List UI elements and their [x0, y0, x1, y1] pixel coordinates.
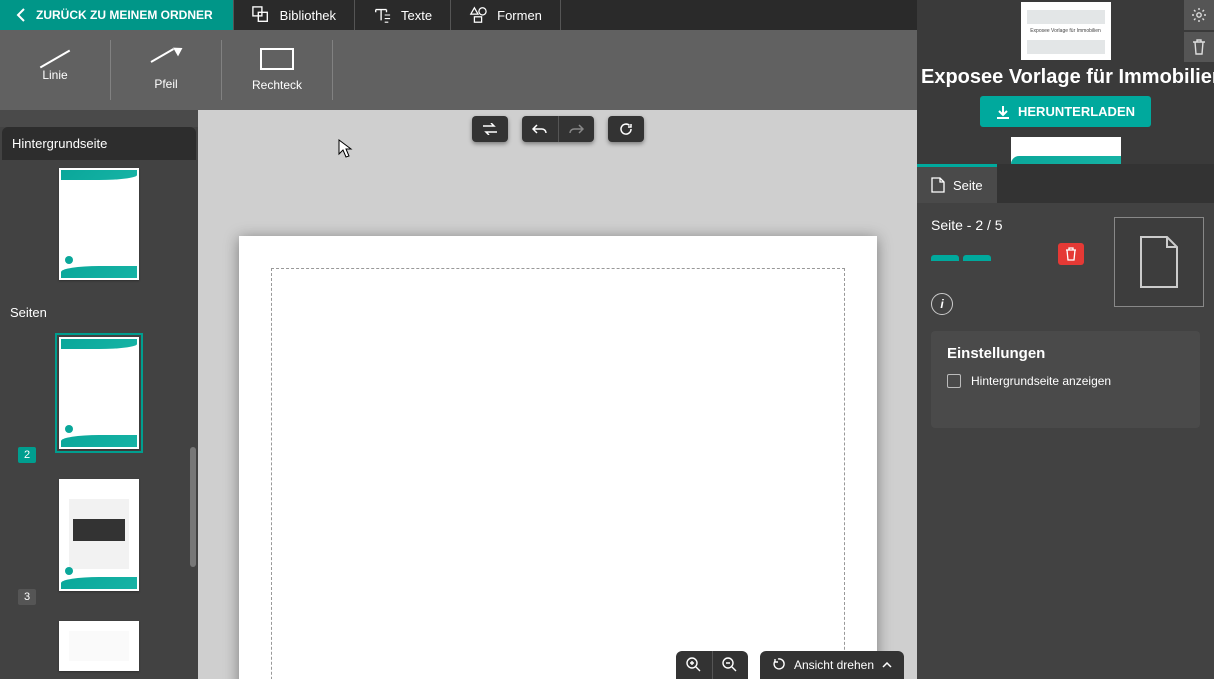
tab-shapes-label: Formen: [497, 8, 542, 23]
line-icon: [40, 50, 70, 69]
undo-icon: [532, 123, 548, 135]
delete-document-button[interactable]: [1184, 32, 1214, 62]
canvas-area: [198, 110, 917, 679]
tab-texts[interactable]: Texte: [355, 0, 450, 30]
page-settings: Einstellungen Hintergrundseite anzeigen: [931, 331, 1200, 428]
zoom-in-icon: [686, 657, 702, 673]
page-large-preview[interactable]: [1114, 217, 1204, 307]
download-icon: [996, 105, 1010, 119]
chevron-left-icon: [16, 8, 26, 22]
property-tabs: Seite: [917, 164, 1214, 203]
swap-icon: [482, 123, 498, 135]
canvas-action-bar: [472, 116, 644, 142]
property-body: Seite - 2 / 5 i Einstellungen Hintergrun…: [917, 203, 1214, 679]
zoom-out-icon: [722, 657, 738, 673]
tool-arrow[interactable]: Pfeil: [111, 30, 221, 110]
gear-icon: [1191, 7, 1207, 23]
background-thumb[interactable]: [0, 160, 198, 296]
page-spread-indicator: [931, 243, 991, 261]
document-page[interactable]: [239, 236, 877, 679]
page-icon: [931, 177, 945, 193]
tool-line[interactable]: Linie: [0, 30, 110, 110]
redo-button[interactable]: [558, 116, 594, 142]
tab-library[interactable]: Bibliothek: [234, 0, 354, 30]
document-preview: Exposee Vorlage für Immobilien: [1021, 2, 1111, 60]
text-icon: [373, 6, 391, 24]
undo-button[interactable]: [522, 116, 558, 142]
trash-icon: [1192, 39, 1206, 55]
page-number-badge: 2: [18, 447, 36, 463]
page-thumb-4[interactable]: [0, 613, 198, 679]
page-thumb-2[interactable]: 2: [0, 329, 198, 471]
swap-button[interactable]: [472, 116, 508, 142]
trash-icon: [1065, 247, 1077, 261]
refresh-button[interactable]: [608, 116, 644, 142]
shape-toolbar: Linie Pfeil Rechteck: [0, 30, 917, 110]
tool-arrow-label: Pfeil: [154, 77, 177, 91]
tab-shapes[interactable]: Formen: [451, 0, 560, 30]
settings-button[interactable]: [1184, 0, 1214, 30]
document-header: Exposee Vorlage für Immobilien Exposee V…: [917, 0, 1214, 164]
delete-page-button[interactable]: [1058, 243, 1084, 265]
document-title: Exposee Vorlage für Immobilien: [917, 66, 1214, 88]
tool-rectangle[interactable]: Rechteck: [222, 30, 332, 110]
back-to-folder-button[interactable]: ZURÜCK ZU MEINEM ORDNER: [0, 0, 233, 30]
tool-line-label: Linie: [42, 68, 67, 82]
back-label: ZURÜCK ZU MEINEM ORDNER: [36, 8, 213, 22]
properties-panel: Exposee Vorlage für Immobilien Exposee V…: [917, 0, 1214, 679]
tool-rectangle-label: Rechteck: [252, 78, 302, 92]
tab-library-label: Bibliothek: [280, 8, 336, 23]
separator: [560, 0, 561, 30]
shapes-icon: [469, 6, 487, 24]
redo-icon: [568, 123, 584, 135]
rectangle-icon: [260, 48, 294, 70]
scrollbar[interactable]: [190, 447, 196, 567]
refresh-icon: [619, 122, 633, 136]
pages-header: Seiten: [0, 296, 198, 329]
page-outline-icon: [1137, 235, 1181, 289]
preview-caption: Exposee Vorlage für Immobilien: [1021, 28, 1111, 34]
rotate-icon: [772, 658, 786, 672]
rotate-view-button[interactable]: Ansicht drehen: [760, 651, 904, 679]
tab-texts-label: Texte: [401, 8, 432, 23]
library-icon: [252, 6, 270, 24]
page-thumb-3[interactable]: 3: [0, 471, 198, 613]
secondary-preview: [1011, 137, 1121, 164]
chevron-up-icon: [882, 662, 892, 668]
show-background-label: Hintergrundseite anzeigen: [971, 374, 1111, 388]
zoom-in-button[interactable]: [676, 651, 712, 679]
rotate-view-label: Ansicht drehen: [794, 658, 874, 672]
separator: [332, 40, 333, 100]
tab-page-label: Seite: [953, 178, 983, 193]
download-label: HERUNTERLADEN: [1018, 104, 1135, 119]
background-page-header: Hintergrundseite: [2, 127, 196, 160]
tab-page[interactable]: Seite: [917, 164, 997, 203]
settings-title: Einstellungen: [947, 345, 1184, 362]
info-button[interactable]: i: [931, 293, 953, 315]
download-button[interactable]: HERUNTERLADEN: [980, 96, 1151, 127]
pages-panel: Hintergrundseite Seiten 2 3: [0, 127, 198, 679]
show-background-checkbox[interactable]: Hintergrundseite anzeigen: [947, 374, 1184, 388]
arrow-icon: [149, 49, 183, 69]
page-margins-guide: [271, 268, 845, 679]
page-number-badge: 3: [18, 589, 36, 605]
checkbox-icon: [947, 374, 961, 388]
view-controls: Ansicht drehen: [676, 651, 904, 679]
zoom-out-button[interactable]: [712, 651, 748, 679]
